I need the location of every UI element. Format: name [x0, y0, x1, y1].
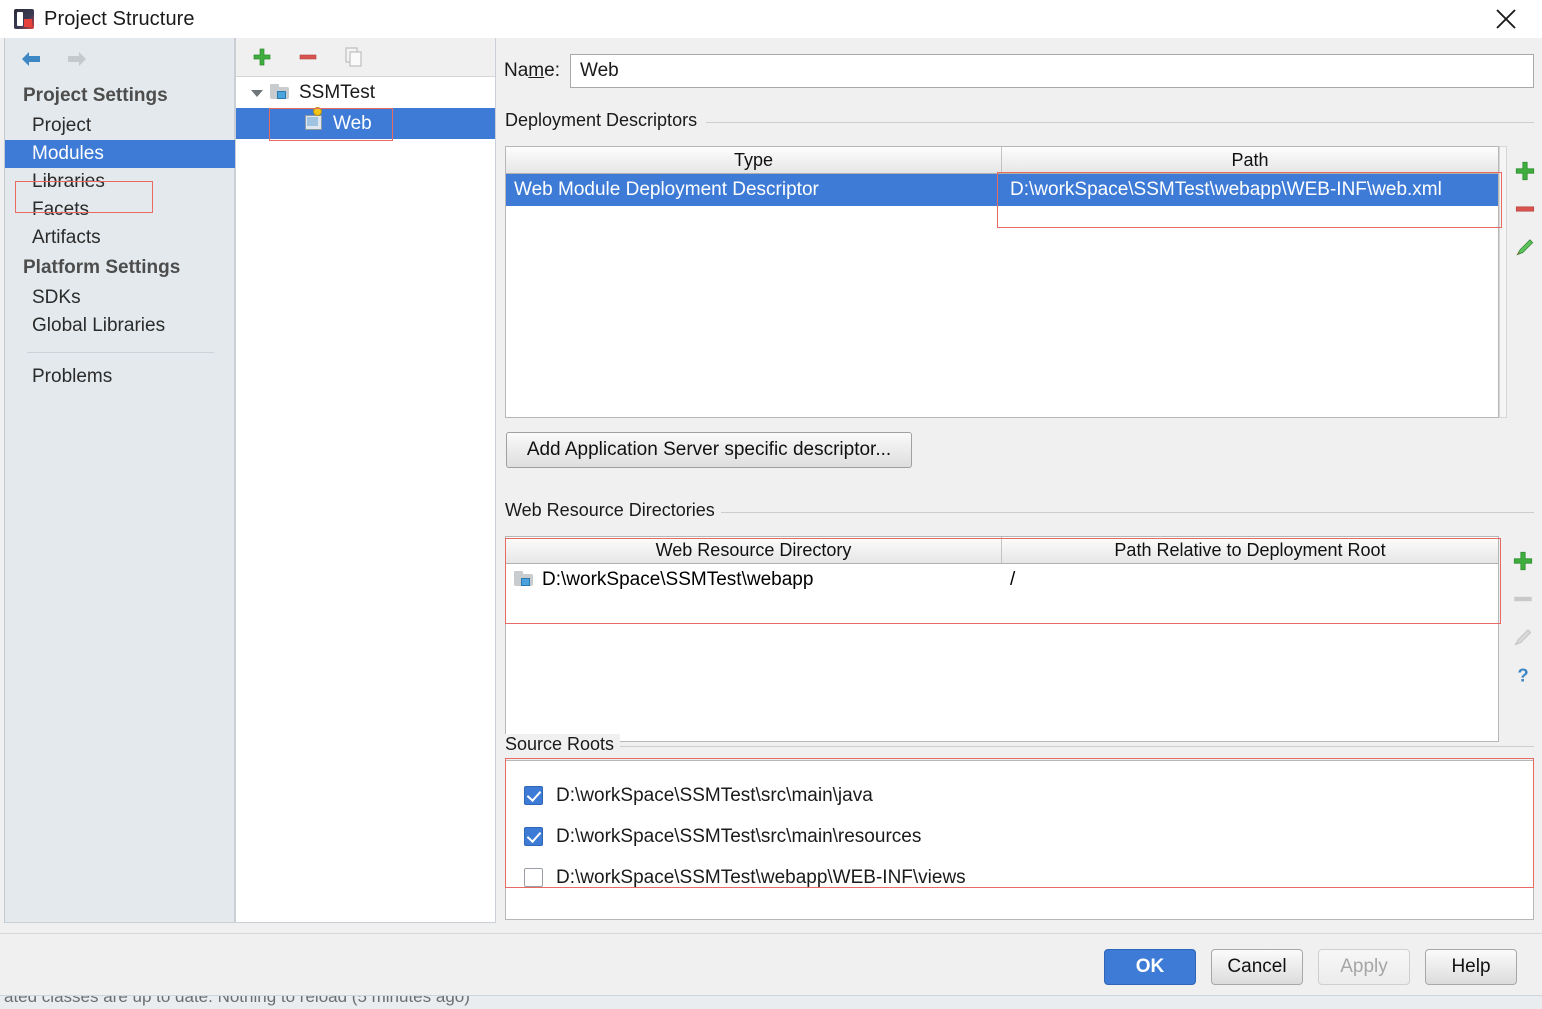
folder-icon — [270, 83, 292, 102]
source-roots-title: Source Roots — [505, 734, 621, 755]
table-header: Web Resource Directory Path Relative to … — [506, 537, 1498, 564]
minus-icon[interactable] — [1508, 190, 1542, 228]
column-header-relative-path[interactable]: Path Relative to Deployment Root — [1002, 537, 1498, 563]
back-arrow-icon[interactable] — [17, 47, 45, 71]
sidebar-item-label: Libraries — [32, 171, 105, 192]
column-header-path[interactable]: Path — [1002, 147, 1498, 173]
question-mark-icon[interactable]: ? — [1506, 656, 1540, 694]
help-button[interactable]: Help — [1425, 949, 1517, 985]
sidebar-navigation — [5, 38, 234, 80]
table-header: Type Path — [506, 147, 1498, 174]
sidebar-item-global-libraries[interactable]: Global Libraries — [5, 312, 234, 340]
pencil-icon[interactable] — [1508, 228, 1542, 266]
table-scrollbar[interactable] — [1499, 146, 1507, 418]
web-resource-directories-title: Web Resource Directories — [505, 500, 721, 521]
deployment-descriptors-title: Deployment Descriptors — [505, 110, 704, 131]
sidebar-item-label: Project — [32, 115, 92, 136]
folder-icon — [514, 571, 536, 589]
deployment-descriptors-table: Type Path Web Module Deployment Descript… — [505, 146, 1499, 418]
close-icon[interactable] — [1478, 0, 1534, 38]
list-item[interactable]: D:\workSpace\SSMTest\src\main\resources — [506, 816, 1533, 857]
list-item-label: D:\workSpace\SSMTest\src\main\resources — [556, 825, 922, 847]
settings-sidebar: Project Settings Project Modules Librari… — [4, 38, 236, 923]
cancel-button[interactable]: Cancel — [1211, 949, 1303, 985]
sidebar-group-platform-settings: Platform Settings SDKs Global Libraries — [5, 252, 234, 340]
ok-button[interactable]: OK — [1104, 949, 1196, 985]
tree-node-ssmtest[interactable]: SSMTest — [236, 77, 495, 108]
minus-icon — [1506, 580, 1540, 618]
module-tree-panel: SSMTest Web — [235, 38, 496, 923]
tree-node-web[interactable]: Web — [236, 106, 495, 139]
dialog-content: Project Settings Project Modules Librari… — [0, 38, 1542, 933]
cell-web-resource-directory: D:\workSpace\SSMTest\webapp — [506, 564, 1002, 596]
status-bar-text: ated classes are up to date. Nothing to … — [4, 995, 470, 1006]
table-row[interactable]: Web Module Deployment Descriptor D:\work… — [506, 174, 1498, 206]
status-bar: ated classes are up to date. Nothing to … — [0, 995, 1542, 1009]
minus-icon[interactable] — [295, 44, 321, 70]
module-tree-toolbar — [236, 38, 495, 77]
column-header-type[interactable]: Type — [506, 147, 1002, 173]
sidebar-group-header: Project Settings — [23, 85, 168, 106]
intellij-idea-icon — [14, 9, 34, 29]
title-bar: Project Structure — [0, 0, 1542, 38]
checkbox-icon[interactable] — [524, 786, 543, 805]
sidebar-item-modules[interactable]: Modules — [5, 140, 236, 168]
cell-text: D:\workSpace\SSMTest\webapp — [542, 569, 814, 590]
list-item-label: D:\workSpace\SSMTest\src\main\java — [556, 784, 873, 806]
sidebar-item-label: Facets — [32, 199, 90, 220]
list-item[interactable]: D:\workSpace\SSMTest\webapp\WEB-INF\view… — [506, 857, 1533, 898]
sidebar-item-artifacts[interactable]: Artifacts — [5, 224, 234, 252]
sidebar-item-label: Artifacts — [32, 227, 101, 248]
checkbox-icon[interactable] — [524, 868, 543, 887]
tree-node-label: Web — [333, 112, 372, 134]
chevron-down-icon[interactable] — [244, 87, 270, 99]
table-row[interactable]: D:\workSpace\SSMTest\webapp / — [506, 564, 1498, 596]
sidebar-group-header: Platform Settings — [23, 257, 181, 278]
sidebar-item-label: SDKs — [32, 287, 81, 308]
list-item-label: D:\workSpace\SSMTest\webapp\WEB-INF\view… — [556, 866, 966, 888]
deployment-descriptor-tools — [1508, 152, 1542, 266]
sidebar-item-sdks[interactable]: SDKs — [5, 284, 234, 312]
sidebar-group-project-settings: Project Settings Project Modules Librari… — [5, 80, 236, 252]
web-resource-directories-table: Web Resource Directory Path Relative to … — [505, 536, 1499, 742]
add-app-server-descriptor-button[interactable]: Add Application Server specific descript… — [506, 432, 912, 468]
dialog-footer: OK Cancel Apply Help — [0, 933, 1542, 995]
plus-icon[interactable] — [249, 44, 275, 70]
module-detail-panel: Name: Deployment Descriptors Type Path W… — [496, 38, 1542, 923]
name-row: Name: — [504, 52, 1534, 90]
list-top-spacer — [506, 761, 1533, 775]
sidebar-item-label: Global Libraries — [32, 315, 166, 336]
pencil-icon — [1506, 618, 1540, 656]
forward-arrow-icon — [63, 47, 91, 71]
cell-relative-path: / — [1010, 569, 1016, 590]
module-name-input[interactable] — [570, 54, 1534, 88]
tree-node-label: SSMTest — [299, 81, 376, 103]
section-rule — [706, 122, 1534, 123]
window-title: Project Structure — [44, 7, 195, 30]
plus-icon[interactable] — [1508, 152, 1542, 190]
project-structure-dialog: Project Structure Project Settings Proje… — [0, 0, 1542, 1009]
name-label: Name: — [504, 60, 560, 81]
column-header-web-resource-directory[interactable]: Web Resource Directory — [506, 537, 1002, 563]
plus-icon[interactable] — [1506, 542, 1540, 580]
list-item[interactable]: D:\workSpace\SSMTest\src\main\java — [506, 775, 1533, 816]
source-roots-list: D:\workSpace\SSMTest\src\main\java D:\wo… — [505, 760, 1534, 920]
checkbox-icon[interactable] — [524, 827, 543, 846]
sidebar-item-problems[interactable]: Problems — [5, 363, 234, 391]
sidebar-item-facets[interactable]: Facets — [5, 196, 234, 224]
section-rule — [616, 746, 1534, 747]
web-module-icon — [304, 106, 326, 133]
sidebar-item-label: Problems — [32, 366, 113, 387]
web-resource-directory-tools: ? — [1506, 542, 1540, 694]
sidebar-item-libraries[interactable]: Libraries — [5, 168, 234, 196]
cell-path: D:\workSpace\SSMTest\webapp\WEB-INF\web.… — [1010, 179, 1442, 200]
svg-text:?: ? — [1517, 665, 1528, 686]
section-rule — [718, 512, 1534, 513]
apply-button[interactable]: Apply — [1318, 949, 1410, 985]
cell-type: Web Module Deployment Descriptor — [514, 179, 819, 200]
sidebar-item-project[interactable]: Project — [5, 112, 234, 140]
copy-icon — [341, 44, 367, 70]
sidebar-divider — [27, 352, 214, 353]
sidebar-item-label: Modules — [32, 143, 104, 164]
